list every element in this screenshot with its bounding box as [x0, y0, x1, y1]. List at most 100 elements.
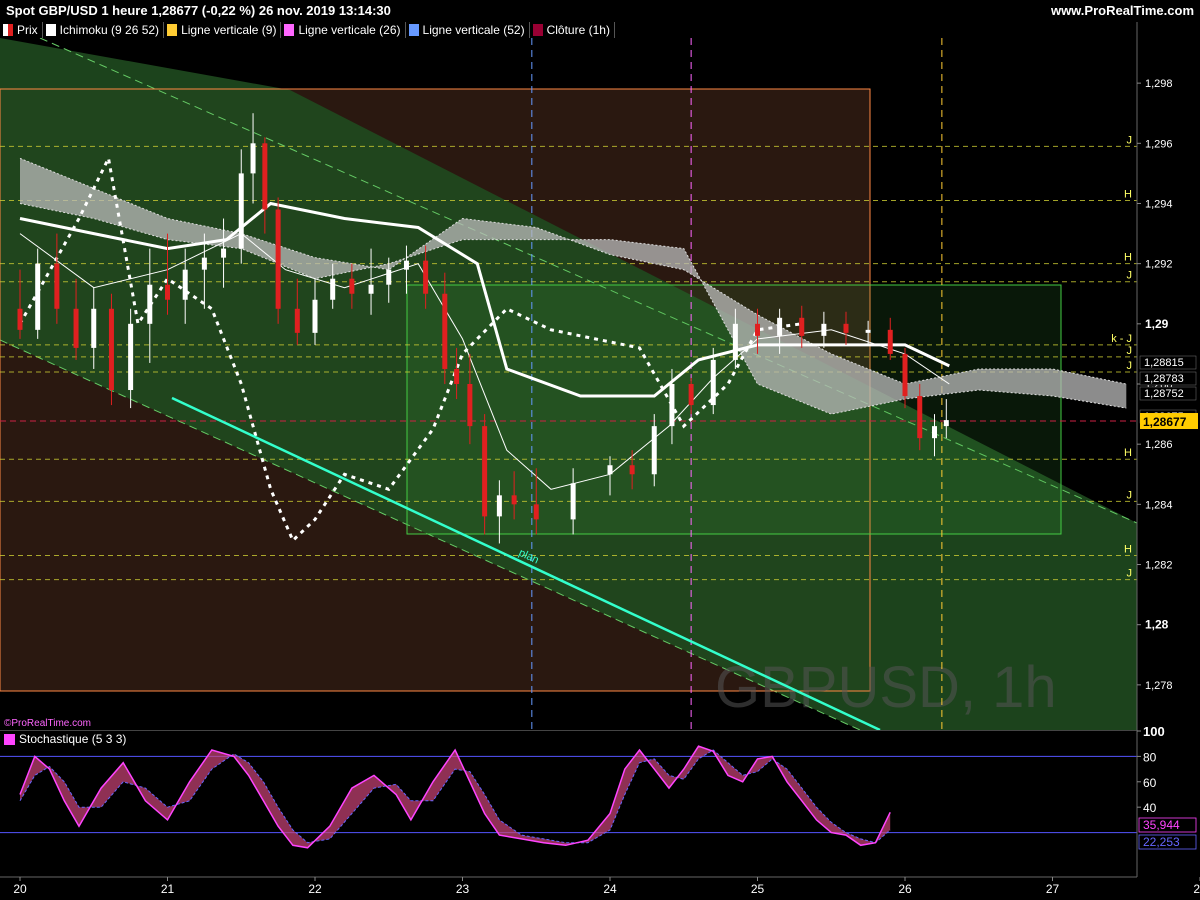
x-tick-label-8: 28 [1193, 882, 1200, 896]
x-tick-label-3: 23 [456, 882, 470, 896]
stoch-value-label-0: 35,944 [1143, 818, 1180, 832]
x-tick-label-1: 21 [161, 882, 175, 896]
level-label-3: J [1127, 270, 1133, 282]
prorealtime-footer-link[interactable]: ©ProRealTime.com [4, 718, 91, 729]
stoch-y-tick-label-2: 60 [1143, 776, 1157, 790]
x-axis-bg [0, 877, 1200, 900]
level-label-9: H [1124, 543, 1132, 555]
x-tick-label-2: 22 [308, 882, 322, 896]
candle-body-20 [368, 284, 374, 294]
candle-body-12 [238, 173, 244, 249]
level-label-2: H [1124, 252, 1132, 264]
candle-body-23 [423, 260, 429, 294]
stoch-value-label-1: 22,253 [1143, 835, 1180, 849]
candle-body-21 [386, 269, 392, 285]
watermark-text: GBPUSD, 1h [715, 655, 1057, 720]
x-tick-label-4: 24 [603, 882, 617, 896]
candle-body-6 [128, 323, 134, 391]
candle-body-16 [294, 308, 300, 333]
level-label-0: J [1127, 134, 1133, 146]
candle-body-38 [732, 323, 738, 360]
candle-body-9 [182, 269, 188, 300]
candle-body-30 [533, 504, 539, 520]
level-label-8: J [1127, 489, 1133, 501]
y-tick-label-0: 1,298 [1145, 78, 1173, 90]
candle-body-7 [147, 284, 153, 324]
y-tick-label-2: 1,294 [1145, 198, 1173, 210]
candle-body-36 [688, 384, 694, 406]
candle-body-5 [108, 308, 114, 391]
level-label-7: H [1124, 447, 1132, 459]
candle-body-10 [201, 257, 207, 270]
candle-body-13 [250, 143, 256, 174]
candle-body-42 [821, 323, 827, 336]
candle-body-48 [932, 426, 937, 439]
prorealtime-chart-window: Spot GBP/USD 1 heure 1,28677 (-0,22 %) 2… [0, 0, 1200, 900]
candle-body-31 [570, 483, 576, 520]
candle-body-0 [17, 308, 23, 330]
candle-body-27 [482, 426, 488, 517]
x-tick-label-6: 26 [898, 882, 912, 896]
candle-body-11 [221, 248, 227, 258]
price-label-1: 1,28783 [1144, 373, 1184, 385]
y-tick-label-3: 1,292 [1145, 259, 1173, 271]
stoch-y-tick-label-0: 100 [1143, 724, 1165, 739]
level-label-5: J [1127, 345, 1133, 357]
stochastic-panel[interactable] [0, 731, 1137, 877]
candle-body-40 [777, 317, 783, 336]
stoch-y-tick-label-3: 40 [1143, 801, 1157, 815]
last-price-label: 1,28677 [1143, 415, 1187, 429]
price-label-0: 1,28815 [1144, 357, 1184, 369]
candle-body-17 [312, 299, 318, 333]
candle-body-47 [917, 396, 923, 439]
candle-body-3 [73, 308, 79, 348]
x-tick-label-7: 27 [1046, 882, 1060, 896]
x-tick-label-5: 25 [751, 882, 765, 896]
y-tick-label-10: 1,278 [1145, 680, 1173, 692]
candle-body-24 [442, 293, 448, 369]
candle-body-25 [454, 368, 460, 384]
y-tick-label-9: 1,28 [1145, 618, 1169, 632]
candle-body-41 [799, 317, 805, 336]
stoch-y-tick-label-1: 80 [1143, 750, 1157, 764]
y-tick-label-6: 1,286 [1145, 439, 1173, 451]
candle-body-35 [669, 384, 675, 427]
y-tick-label-8: 1,282 [1145, 560, 1173, 572]
candle-body-22 [403, 260, 409, 270]
candle-body-37 [710, 359, 716, 406]
stochastic-legend[interactable]: Stochastique (5 3 3) [4, 732, 126, 746]
level-label-6: J [1127, 360, 1133, 372]
panel-separator [0, 730, 1137, 731]
candle-body-46 [902, 353, 908, 397]
candle-body-28 [496, 495, 502, 517]
candle-body-32 [607, 465, 613, 475]
level-label-4: k - J [1111, 333, 1132, 345]
y-tick-label-4: 1,29 [1145, 317, 1169, 331]
candle-body-19 [349, 278, 355, 294]
candle-body-18 [330, 278, 336, 300]
stoch-legend-label: Stochastique (5 3 3) [19, 732, 127, 746]
candle-body-8 [165, 284, 170, 300]
candle-body-26 [467, 384, 473, 427]
candle-body-49 [943, 420, 949, 427]
x-tick-label-0: 20 [13, 882, 27, 896]
candle-body-29 [511, 495, 517, 505]
candle-body-1 [35, 263, 41, 330]
candle-body-44 [865, 329, 871, 333]
candle-body-34 [651, 426, 657, 475]
candle-body-15 [275, 209, 281, 309]
level-label-10: J [1127, 568, 1133, 580]
candle-body-2 [54, 263, 60, 309]
candle-body-14 [262, 143, 268, 210]
chart-canvas[interactable]: GBPUSD, 1h JHHJk - JJJHJHJ plan 1,2981,2… [0, 0, 1200, 900]
candle-body-45 [887, 329, 893, 354]
y-tick-label-7: 1,284 [1145, 499, 1173, 511]
candle-body-39 [755, 323, 760, 336]
stoch-panel-bg [0, 731, 1137, 877]
price-label-2: 1,28752 [1144, 388, 1184, 400]
level-label-1: H [1124, 188, 1132, 200]
candle-body-43 [843, 323, 849, 333]
candle-body-4 [91, 308, 97, 348]
y-tick-label-1: 1,296 [1145, 138, 1173, 150]
candle-body-33 [629, 465, 635, 475]
